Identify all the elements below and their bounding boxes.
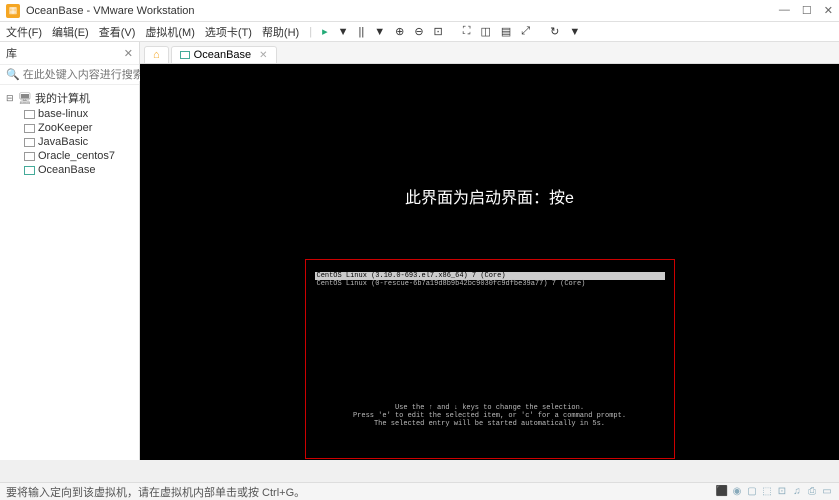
toolbar-unity-button[interactable]: ◫	[480, 25, 490, 38]
collapse-icon[interactable]: ⊟	[6, 93, 15, 104]
grub-menu: CentOS Linux (3.10.0-693.el7.x86_64) 7 (…	[315, 272, 665, 288]
device-cd-icon[interactable]: ◉	[731, 486, 743, 498]
vm-icon	[24, 124, 35, 133]
toolbar-manage-button[interactable]: ⊡	[434, 25, 443, 38]
menubar: 文件(F) 编辑(E) 查看(V) 虚拟机(M) 选项卡(T) 帮助(H) | …	[0, 22, 839, 42]
grub-hint-line: Press 'e' to edit the selected item, or …	[350, 412, 630, 420]
titlebar: ▦ OceanBase - VMware Workstation — ☐ ✕	[0, 0, 839, 22]
grub-hint-line: Use the ↑ and ↓ keys to change the selec…	[350, 404, 630, 412]
tab-oceanbase[interactable]: OceanBase ✕	[171, 46, 277, 63]
maximize-button[interactable]: ☐	[802, 4, 812, 17]
dropdown-icon[interactable]: ▼	[374, 26, 385, 38]
search-icon: 🔍	[6, 68, 20, 81]
home-icon: ⌂	[153, 49, 160, 61]
tree-item-label: OceanBase	[38, 164, 95, 176]
toolbar-thumbnail-button[interactable]: ▤	[501, 25, 511, 38]
toolbar-power-button[interactable]: ▸	[322, 25, 328, 38]
device-printer-icon[interactable]: ⎙	[806, 486, 818, 498]
tree-item-javabasic[interactable]: JavaBasic	[2, 135, 137, 149]
statusbar: 要将输入定向到该虚拟机，请在虚拟机内部单击或按 Ctrl+G。 ⬛ ◉ ▢ ⬚ …	[0, 482, 839, 500]
vm-icon	[24, 152, 35, 161]
status-text: 要将输入定向到该虚拟机，请在虚拟机内部单击或按 Ctrl+G。	[6, 484, 305, 500]
menu-help[interactable]: 帮助(H)	[262, 24, 299, 40]
grub-hint: Use the ↑ and ↓ keys to change the selec…	[350, 404, 630, 428]
vm-icon	[24, 110, 35, 119]
close-button[interactable]: ✕	[824, 4, 833, 17]
menu-edit[interactable]: 编辑(E)	[52, 24, 89, 40]
device-sound-icon[interactable]: ♫	[791, 486, 803, 498]
content-area: ⌂ OceanBase ✕ 此界面为启动界面：按e CentOS Linux (…	[140, 42, 839, 460]
tree-root[interactable]: ⊟ 🖥 我的计算机	[2, 89, 137, 107]
device-net-icon[interactable]: ⬚	[761, 486, 773, 498]
toolbar-revert-button[interactable]: ⊖	[414, 25, 423, 38]
grub-hint-line: The selected entry will be started autom…	[350, 420, 630, 428]
toolbar-suspend-button[interactable]: ||	[359, 26, 365, 38]
toolbar-cycle-button[interactable]: ↻	[550, 25, 559, 38]
grub-entry: CentOS Linux (0-rescue-6b7a19d8b9b42bc90…	[315, 280, 665, 288]
annotation-text: 此界面为启动界面：按e	[405, 184, 574, 208]
sidebar-close-button[interactable]: ✕	[124, 47, 133, 60]
tree-item-base-linux[interactable]: base-linux	[2, 107, 137, 121]
sidebar-title: 库	[6, 45, 17, 61]
grub-entry-selected: CentOS Linux (3.10.0-693.el7.x86_64) 7 (…	[315, 272, 665, 280]
device-display-icon[interactable]: ▭	[821, 486, 833, 498]
main-area: 库 ✕ 🔍 ▼ ⊟ 🖥 我的计算机 base-linux ZooKeeper J…	[0, 42, 839, 460]
tree-item-oceanbase[interactable]: OceanBase	[2, 163, 137, 177]
vm-icon	[24, 138, 35, 147]
computer-icon: 🖥	[18, 92, 32, 105]
tree-item-zookeeper[interactable]: ZooKeeper	[2, 121, 137, 135]
tree-item-label: ZooKeeper	[38, 122, 92, 134]
sidebar: 库 ✕ 🔍 ▼ ⊟ 🖥 我的计算机 base-linux ZooKeeper J…	[0, 42, 140, 460]
tree-item-label: base-linux	[38, 108, 88, 120]
menu-file[interactable]: 文件(F)	[6, 24, 42, 40]
tree-root-label: 我的计算机	[35, 90, 90, 106]
sidebar-header: 库 ✕	[0, 42, 139, 65]
tree-item-oracle[interactable]: Oracle_centos7	[2, 149, 137, 163]
vm-console[interactable]: 此界面为启动界面：按e CentOS Linux (3.10.0-693.el7…	[140, 64, 839, 460]
dropdown-icon[interactable]: ▼	[569, 26, 580, 38]
tree-item-label: JavaBasic	[38, 136, 88, 148]
toolbar-snapshot-button[interactable]: ⊕	[395, 25, 404, 38]
sidebar-search: 🔍 ▼	[0, 65, 139, 85]
app-icon: ▦	[6, 4, 20, 18]
window-title: OceanBase - VMware Workstation	[26, 5, 779, 17]
window-controls: — ☐ ✕	[779, 4, 833, 17]
vm-tree: ⊟ 🖥 我的计算机 base-linux ZooKeeper JavaBasic…	[0, 85, 139, 181]
tab-label: OceanBase	[194, 49, 251, 61]
tab-close-button[interactable]: ✕	[259, 50, 267, 61]
menu-tabs[interactable]: 选项卡(T)	[205, 24, 252, 40]
dropdown-icon[interactable]: ▼	[338, 26, 349, 38]
tab-home[interactable]: ⌂	[144, 46, 169, 63]
status-device-icons: ⬛ ◉ ▢ ⬚ ⊡ ♫ ⎙ ▭	[716, 486, 833, 498]
vm-icon	[180, 51, 190, 59]
device-hdd-icon[interactable]: ⬛	[716, 486, 728, 498]
annotation-box	[305, 259, 675, 459]
menu-vm[interactable]: 虚拟机(M)	[145, 24, 195, 40]
toolbar-fullscreen-button[interactable]: ⛶	[463, 25, 471, 38]
tab-bar: ⌂ OceanBase ✕	[140, 42, 839, 64]
tree-item-label: Oracle_centos7	[38, 150, 115, 162]
menu-view[interactable]: 查看(V)	[99, 24, 136, 40]
vm-icon	[24, 166, 35, 175]
toolbar-stretch-button[interactable]: ⤢	[521, 25, 530, 38]
device-usb-icon[interactable]: ⊡	[776, 486, 788, 498]
device-floppy-icon[interactable]: ▢	[746, 486, 758, 498]
minimize-button[interactable]: —	[779, 4, 790, 17]
